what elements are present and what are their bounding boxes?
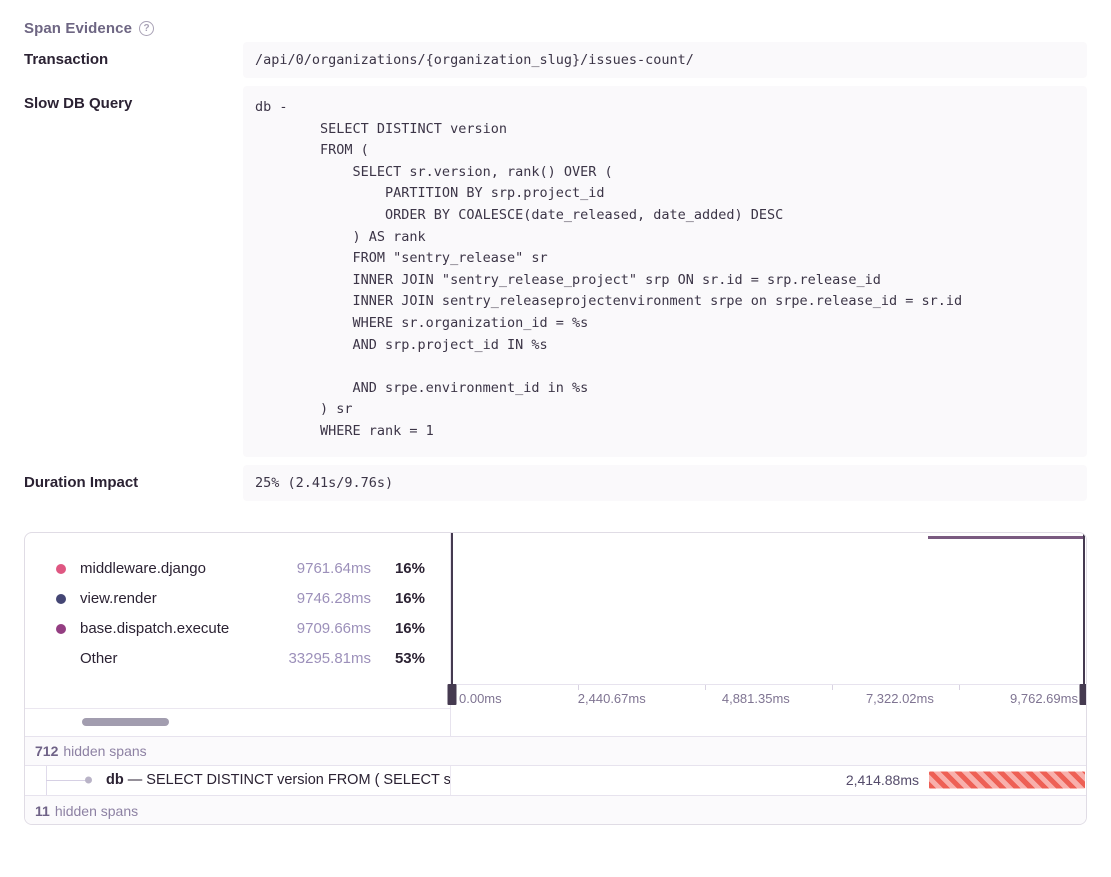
hidden-spans-count: 11 [35, 803, 50, 819]
section-title: Span Evidence [24, 20, 132, 37]
transaction-label: Transaction [24, 42, 243, 78]
sql-code: db - SELECT DISTINCT version FROM ( SELE… [255, 94, 1075, 449]
slow-db-query-value: db - SELECT DISTINCT version FROM ( SELE… [243, 86, 1087, 457]
hidden-spans-count: 712 [35, 743, 58, 759]
legend-row-other: Other 33295.81ms 53% [56, 644, 425, 674]
legend-op-percent: 16% [371, 560, 425, 577]
legend-op-percent: 16% [371, 590, 425, 607]
slow-db-query-label: Slow DB Query [24, 86, 243, 457]
tree-connector-line [46, 780, 87, 781]
legend-op-duration: 9709.66ms [297, 620, 371, 637]
axis-tick [578, 685, 579, 690]
span-description-cell: db — SELECT DISTINCT version FROM ( SELE… [25, 766, 451, 795]
axis-label-3: 7,322.02ms [866, 691, 934, 706]
span-text: db — SELECT DISTINCT version FROM ( SELE… [106, 772, 451, 788]
axis-spacer [451, 713, 1086, 735]
horizontal-scrollbar-track [25, 708, 450, 736]
hidden-spans-below-row[interactable]: 11 hidden spans [25, 795, 1086, 825]
minimap-column: 0.00ms 2,440.67ms 4,881.35ms 7,322.02ms … [451, 533, 1086, 736]
axis-tick [959, 685, 960, 690]
legend-list: middleware.django 9761.64ms 16% view.ren… [25, 533, 450, 674]
duration-impact-row: Duration Impact 25% (2.41s/9.76s) [24, 465, 1087, 501]
section-header: Span Evidence ? [24, 0, 1087, 42]
minimap-right-handle[interactable] [1083, 533, 1085, 705]
hidden-spans-label: hidden spans [63, 743, 146, 759]
minimap-left-grip[interactable] [448, 684, 457, 705]
help-icon[interactable]: ? [139, 21, 154, 36]
transaction-value: /api/0/organizations/{organization_slug}… [243, 42, 1087, 78]
duration-impact-label: Duration Impact [24, 465, 243, 501]
span-evidence-section: Span Evidence ? Transaction /api/0/organ… [0, 0, 1111, 825]
legend-op-duration: 9746.28ms [297, 590, 371, 607]
legend-op-percent: 53% [371, 650, 425, 667]
span-waterfall-card: middleware.django 9761.64ms 16% view.ren… [24, 532, 1087, 825]
span-duration-bar [929, 772, 1085, 789]
duration-impact-value: 25% (2.41s/9.76s) [243, 465, 1087, 501]
minimap-span-bar [928, 536, 1085, 539]
hidden-spans-label: hidden spans [55, 803, 138, 819]
span-separator: — [128, 772, 143, 788]
transaction-row: Transaction /api/0/organizations/{organi… [24, 42, 1087, 78]
horizontal-scrollbar-thumb[interactable] [82, 718, 169, 726]
axis-label-1: 2,440.67ms [578, 691, 646, 706]
minimap-right-grip[interactable] [1080, 684, 1088, 705]
time-axis: 0.00ms 2,440.67ms 4,881.35ms 7,322.02ms … [451, 684, 1086, 713]
legend-op-duration: 9761.64ms [297, 560, 371, 577]
span-duration: 2,414.88ms [846, 772, 919, 788]
minimap-left-handle[interactable] [451, 533, 453, 705]
axis-label-2: 4,881.35ms [722, 691, 790, 706]
legend-op-percent: 16% [371, 620, 425, 637]
span-bar-cell: 2,414.88ms [451, 766, 1086, 795]
span-minimap[interactable] [451, 533, 1086, 684]
hidden-spans-above-row[interactable]: 712 hidden spans [25, 736, 1086, 765]
db-span-row[interactable]: db — SELECT DISTINCT version FROM ( SELE… [25, 765, 1086, 795]
legend-row-middleware-django: middleware.django 9761.64ms 16% [56, 554, 425, 584]
legend-op-name: middleware.django [80, 560, 297, 577]
span-op: db [106, 772, 124, 788]
span-description: SELECT DISTINCT version FROM ( SELECT sr… [146, 772, 451, 788]
legend-row-base-dispatch-execute: base.dispatch.execute 9709.66ms 16% [56, 614, 425, 644]
legend-dot [56, 624, 66, 634]
axis-label-0: 0.00ms [459, 691, 502, 706]
axis-tick [832, 685, 833, 690]
legend-op-name: view.render [80, 590, 297, 607]
panel-top: middleware.django 9761.64ms 16% view.ren… [25, 533, 1086, 736]
legend-row-view-render: view.render 9746.28ms 16% [56, 584, 425, 614]
axis-label-4: 9,762.69ms [1010, 691, 1078, 706]
legend-op-name: base.dispatch.execute [80, 620, 297, 637]
tree-node-dot [85, 777, 92, 784]
slow-db-query-row: Slow DB Query db - SELECT DISTINCT versi… [24, 86, 1087, 457]
legend-dot [56, 564, 66, 574]
legend-op-duration: 33295.81ms [288, 650, 371, 667]
span-op-legend: middleware.django 9761.64ms 16% view.ren… [25, 533, 451, 736]
legend-op-name: Other [80, 650, 288, 667]
axis-tick [705, 685, 706, 690]
legend-dot [56, 594, 66, 604]
